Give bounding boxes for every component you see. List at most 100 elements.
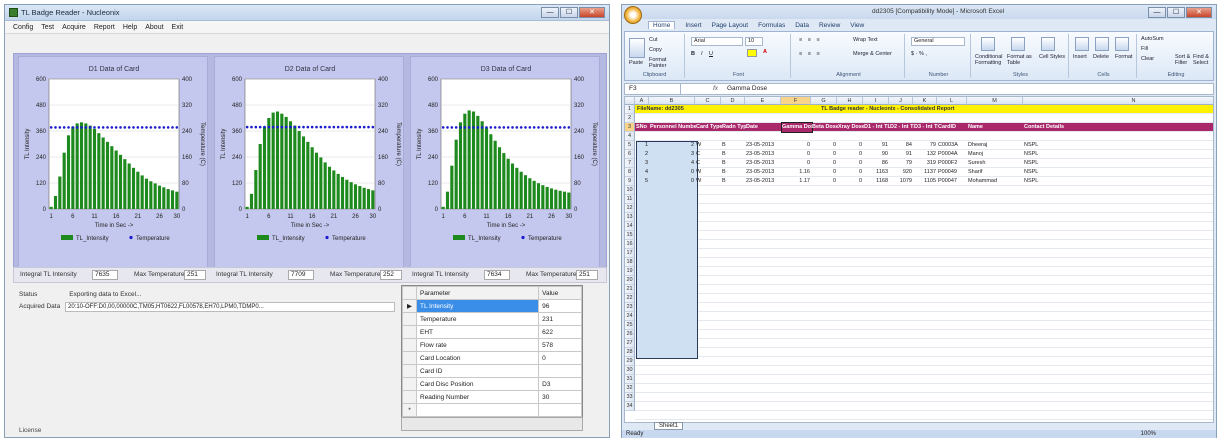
tab-insert[interactable]: Insert [685,22,701,29]
row-header[interactable]: 15 [625,231,635,240]
acquired-data-field[interactable]: 20:10-OFF:D0,00,00000C,TM05,HT0622,FL005… [65,302,395,312]
row-header[interactable]: 21 [625,285,635,294]
data-cell[interactable]: 3 [650,150,694,159]
worksheet-grid[interactable]: A B C D E F G H I J K L M N 1 2 3 4 5 6 7 8 9 10 11 12 13 14 15 16 17 1… [624,96,1214,423]
font-name-select[interactable]: Arial [691,37,743,46]
data-cell[interactable]: 319 [914,159,936,168]
row-selector-icon[interactable]: ▶ [402,299,417,313]
excel-maximize-button[interactable]: ☐ [1167,7,1185,18]
data-cell[interactable]: 23-05-2013 [746,177,780,186]
conditional-formatting-icon[interactable] [981,37,995,51]
column-title-cell[interactable]: D2 - Int TL [890,123,914,132]
data-cell[interactable]: W [696,141,720,150]
data-cell[interactable]: C [696,159,720,168]
data-cell[interactable]: 0 [650,168,694,177]
data-cell[interactable]: 0 [838,159,862,168]
fill-button[interactable]: Fill [1141,46,1148,52]
data-cell[interactable]: NSPL [1024,177,1213,186]
data-cell[interactable]: 0 [812,159,836,168]
column-title-cell[interactable]: Gamma Dose [781,122,813,133]
data-cell[interactable]: 90 [864,150,888,159]
grid-new-cell[interactable] [538,403,582,417]
data-cell[interactable]: 0 [838,177,862,186]
grid-cell-value[interactable]: 30 [538,390,582,404]
grid-cell-parameter[interactable]: Card ID [415,364,540,378]
grid-cell-parameter[interactable]: Flow rate [415,338,540,352]
row-header[interactable]: 29 [625,357,635,366]
data-cell[interactable]: W [696,168,720,177]
column-header[interactable]: H [837,97,863,105]
data-cell[interactable]: 0 [812,141,836,150]
menu-about[interactable]: About [145,24,163,31]
name-box[interactable]: F3 [625,84,681,94]
autosum-button[interactable]: AutoSum [1141,36,1164,42]
formula-input[interactable]: Gamma Dose [727,84,767,94]
data-cell[interactable]: B [722,177,744,186]
data-cell[interactable]: 1079 [890,177,912,186]
data-cell[interactable]: 1137 [914,168,936,177]
font-size-select[interactable]: 10 [745,37,763,46]
format-table-icon[interactable] [1011,37,1025,51]
grid-cell-parameter[interactable]: Reading Number [415,390,540,404]
row-header[interactable]: 25 [625,321,635,330]
data-cell[interactable]: 0 [782,150,810,159]
column-header[interactable]: B [649,97,695,105]
merge-center-button[interactable]: Merge & Center [853,51,892,57]
row-header[interactable] [402,325,417,339]
column-title-cell[interactable]: Date [746,123,782,132]
data-cell[interactable]: 1.16 [782,168,810,177]
cut-button[interactable]: Cut [649,37,658,43]
row-header[interactable]: 1 [625,105,635,114]
new-row-icon[interactable]: * [402,403,417,417]
data-cell[interactable]: 23-05-2013 [746,159,780,168]
row-header[interactable]: 28 [625,348,635,357]
sort-filter-button[interactable]: Sort & Filter [1175,54,1193,66]
row-header[interactable]: 19 [625,267,635,276]
paste-icon[interactable] [629,38,645,58]
data-cell[interactable]: Suresh [968,159,1022,168]
row-header[interactable]: 22 [625,294,635,303]
row-header[interactable]: 33 [625,393,635,402]
row-header[interactable]: 31 [625,375,635,384]
row-header[interactable] [402,364,417,378]
cell-styles-button[interactable]: Cell Styles [1039,54,1065,60]
data-cell[interactable]: 4 [650,159,694,168]
data-cell[interactable]: 0 [838,141,862,150]
conditional-formatting-button[interactable]: Conditional Formatting [975,54,1007,66]
cell-report-title[interactable]: TL Badge reader - Nucleonix - Consolidat… [821,105,954,114]
data-cell[interactable]: 0 [782,141,810,150]
data-cell[interactable]: 5 [636,177,648,186]
close-button[interactable]: ✕ [579,7,605,18]
row-header[interactable]: 30 [625,366,635,375]
menu-help[interactable]: Help [123,24,137,31]
data-cell[interactable]: 91 [890,150,912,159]
menu-exit[interactable]: Exit [172,24,184,31]
row-header[interactable]: 20 [625,276,635,285]
fx-icon[interactable]: fx [713,84,718,94]
row-header[interactable] [402,338,417,352]
column-header[interactable]: N [1023,97,1213,105]
menu-acquire[interactable]: Acquire [62,24,86,31]
tab-formulas[interactable]: Formulas [758,22,785,29]
wrap-text-button[interactable]: Wrap Text [853,37,878,43]
row-header[interactable]: 6 [625,150,635,159]
data-cell[interactable]: B [722,159,744,168]
data-cell[interactable]: 1168 [864,177,888,186]
column-title-cell[interactable]: Card Type [696,123,722,132]
menu-report[interactable]: Report [94,24,115,31]
data-cell[interactable]: C [696,150,720,159]
grid-header-value[interactable]: Value [538,286,582,300]
data-cell[interactable]: 2 [636,150,648,159]
tab-view[interactable]: View [850,22,864,29]
column-title-cell[interactable]: D1 - Int TL [864,123,890,132]
delete-button[interactable]: Delete [1093,54,1109,60]
currency-icon[interactable]: $ · % , [911,51,927,57]
column-title-cell[interactable]: Beta Dose [812,123,838,132]
data-cell[interactable]: Sharif [968,168,1022,177]
grid-cell-value[interactable]: 578 [538,338,582,352]
row-header[interactable] [402,312,417,326]
column-title-cell[interactable]: Radn Type [722,123,746,132]
data-cell[interactable]: Manoj [968,150,1022,159]
data-cell[interactable]: 0 [838,168,862,177]
row-header[interactable]: 26 [625,330,635,339]
